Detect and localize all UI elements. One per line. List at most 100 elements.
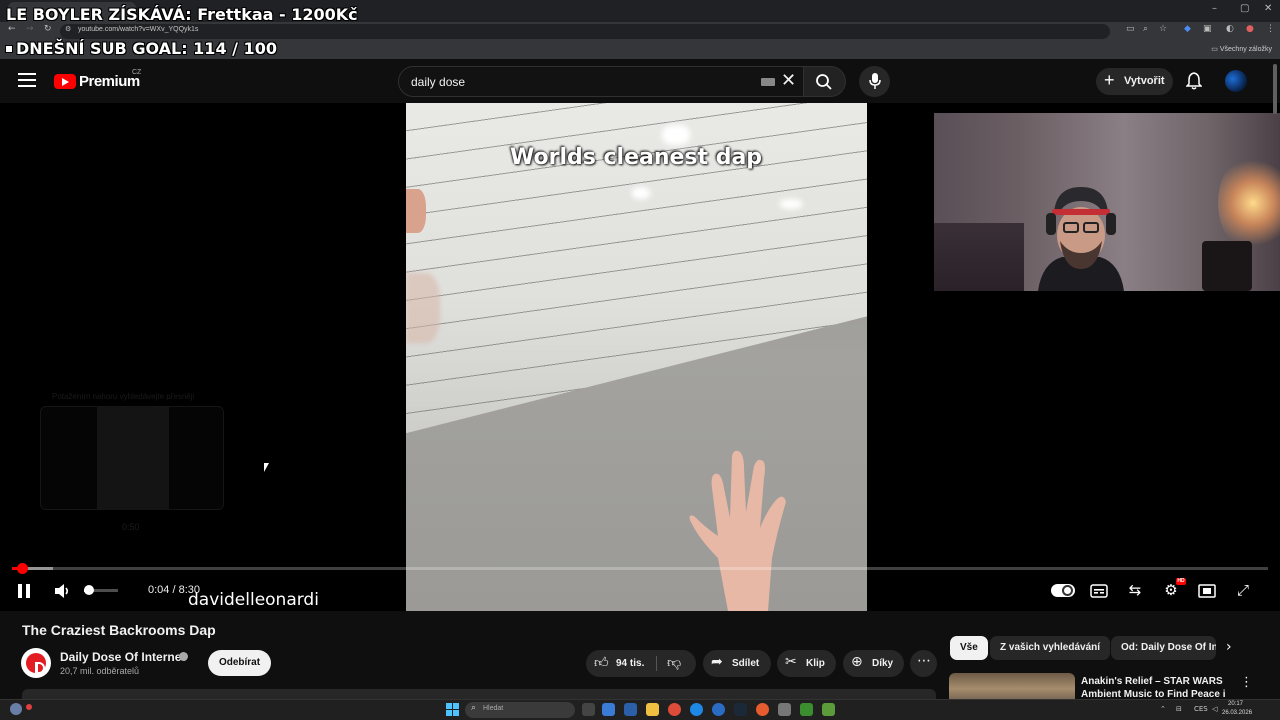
keyboard-icon[interactable] <box>761 78 775 86</box>
description-box[interactable] <box>22 689 936 699</box>
like-count: 94 tis. <box>616 658 645 669</box>
windows-start-icon[interactable] <box>446 703 459 716</box>
widgets-icon[interactable] <box>602 703 615 716</box>
channel-avatar[interactable] <box>21 648 51 678</box>
seek-preview-thumbnail <box>40 406 224 510</box>
bookmark-star-icon[interactable]: ☆ <box>1159 24 1167 34</box>
search-box[interactable]: ✕ <box>398 66 804 97</box>
profile-icon[interactable]: ◐ <box>1226 24 1234 34</box>
zoom-icon[interactable]: ⌕ <box>1143 24 1148 34</box>
network-icon[interactable]: ⊟ <box>1176 705 1182 713</box>
edge-icon[interactable] <box>690 703 703 716</box>
subtitles-icon[interactable] <box>1088 581 1110 601</box>
fullscreen-icon[interactable]: ⤢ <box>1232 581 1254 601</box>
folder-icon: ▭ <box>1211 46 1220 53</box>
chip-all[interactable]: Vše <box>950 636 988 660</box>
app-icon[interactable] <box>712 703 725 716</box>
cast-icon[interactable]: ▭ <box>1126 24 1135 34</box>
dislike-button[interactable]: 👎︎ <box>657 650 696 677</box>
loop-icon[interactable]: ⇆ <box>1124 581 1146 601</box>
tray-chevron-icon[interactable]: ⌃ <box>1160 705 1166 713</box>
subgoal-bullet-icon <box>5 45 13 53</box>
like-button[interactable]: 👍︎ 94 tis. <box>586 650 656 677</box>
seek-preview-time: 0:50 <box>122 522 140 532</box>
share-button[interactable]: ➦ Sdílet <box>703 650 771 677</box>
app-icon[interactable] <box>756 703 769 716</box>
progress-scrubber[interactable] <box>16 563 28 574</box>
autoplay-toggle[interactable] <box>1051 584 1075 597</box>
ceiling-light <box>632 187 650 199</box>
notifications-bell-icon[interactable] <box>1186 72 1202 90</box>
chip-from-searches[interactable]: Z vašich vyhledávání <box>990 636 1111 660</box>
extensions-puzzle-icon[interactable]: ▣ <box>1203 24 1212 34</box>
taskbar-search[interactable]: ⌕ Hledat <box>465 702 575 718</box>
minimize-icon[interactable]: – <box>1212 3 1217 14</box>
url-text: youtube.com/watch?v=WXv_YQQyk1s <box>78 26 199 33</box>
voice-search-button[interactable] <box>859 66 890 97</box>
all-bookmarks-link[interactable]: ▭ Všechny záložky <box>1211 45 1272 53</box>
extension-icon[interactable]: ◆ <box>1184 24 1191 34</box>
close-window-icon[interactable]: ✕ <box>1264 3 1272 14</box>
related-video-title[interactable]: Anakin's Relief – STAR WARS Ambient Musi… <box>1081 675 1227 699</box>
account-avatar[interactable] <box>1225 70 1247 92</box>
store-icon[interactable] <box>624 703 637 716</box>
volume-icon[interactable] <box>53 582 71 600</box>
left-hand <box>406 189 426 233</box>
more-vertical-icon[interactable]: ⋮ <box>1240 675 1253 690</box>
create-label: Vytvořit <box>1124 75 1165 87</box>
file-explorer-icon[interactable] <box>646 703 659 716</box>
search-button[interactable] <box>804 66 846 97</box>
windows-taskbar: ⌕ Hledat ⌃ ⊟ CES ◁ 20:17 26.03.2026 <box>0 699 1280 720</box>
hd-badge: HD <box>1176 578 1186 585</box>
webcam-background-flag <box>934 223 1024 291</box>
maximize-icon[interactable]: ▢ <box>1240 3 1249 14</box>
plus-icon: + <box>1104 70 1115 90</box>
clear-search-icon[interactable]: ✕ <box>781 70 796 91</box>
related-video-thumbnail[interactable] <box>949 673 1075 699</box>
video-player[interactable]: Worlds cleanest dap Potažením nahoru vyh… <box>0 103 1280 611</box>
youtube-logo-icon[interactable] <box>54 74 76 89</box>
app-icon[interactable] <box>778 703 791 716</box>
premium-logo-text[interactable]: Premium <box>79 73 140 90</box>
minecraft-icon[interactable] <box>800 703 813 716</box>
more-actions-button[interactable]: ⋯ <box>910 650 937 677</box>
chevron-right-icon[interactable]: › <box>1226 639 1232 655</box>
browser-menu-icon[interactable]: ⋮ <box>1266 24 1275 34</box>
chip-from-channel[interactable]: Od: Daily Dose Of Internet <box>1111 636 1216 660</box>
miniplayer-icon[interactable] <box>1196 581 1218 601</box>
app-icon[interactable] <box>822 703 835 716</box>
clip-button[interactable]: ✂ Klip <box>777 650 836 677</box>
page-scrollbar[interactable] <box>1273 64 1277 114</box>
pause-icon <box>18 584 22 598</box>
reload-icon[interactable]: ↻ <box>44 24 52 34</box>
task-view-icon[interactable] <box>582 703 595 716</box>
search-input[interactable] <box>411 75 751 89</box>
create-button[interactable]: + Vytvořit <box>1096 68 1173 95</box>
search-icon <box>816 74 832 90</box>
progress-bar[interactable] <box>12 567 1268 570</box>
chrome-icon[interactable] <box>668 703 681 716</box>
video-frame[interactable]: Worlds cleanest dap <box>406 103 867 611</box>
channel-name[interactable]: Daily Dose Of Internet <box>60 650 185 664</box>
address-bar[interactable]: ⚙ youtube.com/watch?v=WXv_YQQyk1s <box>60 24 1110 39</box>
thanks-button[interactable]: ⊕ Díky <box>843 650 904 677</box>
forward-icon[interactable]: → <box>26 24 34 34</box>
subscribe-button[interactable]: Odebírat <box>208 650 271 676</box>
speaker-icon[interactable]: ◁ <box>1212 705 1217 713</box>
weather-icon[interactable] <box>10 703 32 715</box>
steam-icon[interactable] <box>734 703 747 716</box>
search-icon: ⌕ <box>471 703 477 713</box>
menu-icon[interactable] <box>18 73 36 89</box>
site-info-icon[interactable]: ⚙ <box>65 25 71 33</box>
more-horizontal-icon: ⋯ <box>917 653 931 669</box>
clock-date[interactable]: 26.03.2026 <box>1222 710 1252 716</box>
seek-hover-hint: Potažením nahoru vyhledávejte přesněji <box>52 392 195 401</box>
pause-button[interactable] <box>18 584 30 598</box>
thanks-icon: ⊕ <box>851 654 863 670</box>
clock-time[interactable]: 20:17 <box>1228 701 1243 707</box>
language-indicator[interactable]: CES <box>1194 705 1208 713</box>
volume-knob[interactable] <box>84 585 95 595</box>
thanks-label: Díky <box>872 658 894 669</box>
profile-avatar-icon[interactable]: ● <box>1246 24 1254 34</box>
back-icon[interactable]: ← <box>8 24 16 34</box>
